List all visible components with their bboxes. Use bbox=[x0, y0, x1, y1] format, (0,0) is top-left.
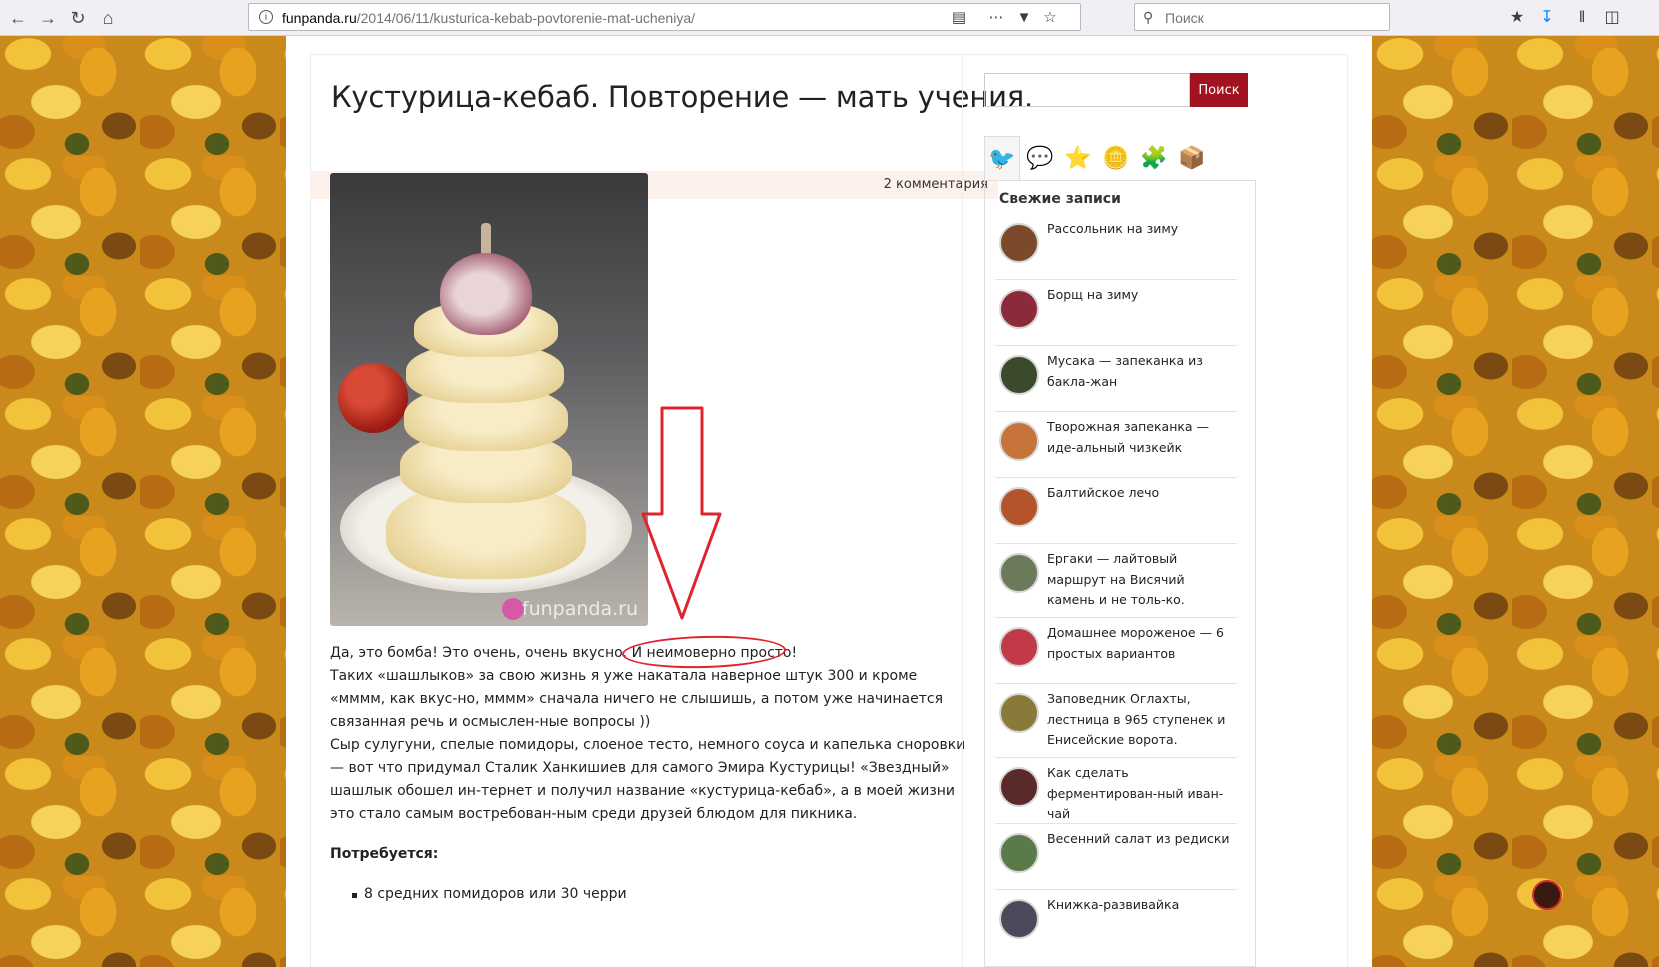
recent-post-item[interactable]: Как сделать ферментирован-ный иван-чай bbox=[995, 761, 1237, 824]
site-info-icon[interactable]: i bbox=[259, 10, 273, 24]
tab-archive-coins-icon[interactable]: 🪙 bbox=[1098, 136, 1134, 180]
address-bar[interactable]: i funpanda.ru/2014/06/11/kusturica-kebab… bbox=[248, 3, 1081, 31]
page-actions-icon[interactable]: ⋯ bbox=[986, 8, 1006, 28]
bookmark-star-icon[interactable]: ☆ bbox=[1040, 8, 1060, 28]
tab-recent-bird-icon[interactable]: 🐦 bbox=[984, 136, 1020, 181]
pocket-icon[interactable]: ▼ bbox=[1014, 8, 1034, 28]
sidebar-toggle-icon[interactable]: ◫ bbox=[1600, 6, 1624, 30]
recent-post-title[interactable]: Борщ на зиму bbox=[1047, 285, 1235, 306]
photo-garlic bbox=[440, 253, 532, 335]
back-icon[interactable]: ← bbox=[6, 6, 30, 30]
watermark-panda-icon bbox=[502, 598, 524, 620]
post-photo[interactable]: funpanda.ru bbox=[330, 173, 648, 626]
recent-post-item[interactable]: Весенний салат из редиски bbox=[995, 827, 1237, 890]
recent-post-title[interactable]: Домашнее мороженое — 6 простых вариантов bbox=[1047, 623, 1235, 664]
download-icon[interactable]: ↧ bbox=[1535, 6, 1559, 30]
recent-post-title[interactable]: Заповедник Оглахты, лестница в 965 ступе… bbox=[1047, 689, 1235, 751]
recent-post-item[interactable]: Заповедник Оглахты, лестница в 965 ступе… bbox=[995, 687, 1237, 758]
url-host: funpanda.ru bbox=[282, 10, 357, 26]
post-paragraph: Таких «шашлыков» за свою жизнь я уже нак… bbox=[330, 668, 943, 730]
recent-post-thumbnail[interactable] bbox=[999, 421, 1039, 461]
recent-post-thumbnail[interactable] bbox=[999, 767, 1039, 807]
browser-toolbar: ← → ↻ ⌂ i funpanda.ru/2014/06/11/kusturi… bbox=[0, 0, 1659, 36]
recent-post-title[interactable]: Как сделать ферментирован-ный иван-чай bbox=[1047, 763, 1235, 825]
comments-link[interactable]: 2 комментария bbox=[884, 177, 988, 192]
reader-view-icon[interactable]: ▤ bbox=[949, 8, 969, 28]
ingredients-heading: Потребуется: bbox=[330, 846, 439, 862]
widget-title: Свежие записи bbox=[999, 191, 1121, 207]
post-paragraph: Сыр сулугуни, спелые помидоры, слоеное т… bbox=[330, 737, 966, 822]
browser-search-box[interactable]: ⚲ bbox=[1134, 3, 1390, 31]
recent-post-thumbnail[interactable] bbox=[999, 487, 1039, 527]
recent-post-thumbnail[interactable] bbox=[999, 289, 1039, 329]
red-arrow-annotation bbox=[641, 406, 722, 620]
recent-post-item[interactable]: Книжка-развивайка bbox=[995, 893, 1237, 955]
ingredient-item: 8 средних помидоров или 30 черри bbox=[330, 886, 627, 902]
browser-search-input[interactable] bbox=[1163, 7, 1387, 29]
recent-post-thumbnail[interactable] bbox=[999, 223, 1039, 263]
page-content: Кустурица-кебаб. Повторение — мать учени… bbox=[286, 36, 1372, 967]
corner-logo-badge[interactable] bbox=[1532, 880, 1562, 910]
tab-popular-star-icon[interactable]: ⭐ bbox=[1060, 136, 1096, 180]
post-body: Да, это бомба! Это очень, очень вкусно. … bbox=[330, 633, 970, 826]
recent-post-item[interactable]: Балтийское лечо bbox=[995, 481, 1237, 544]
recent-post-item[interactable]: Домашнее мороженое — 6 простых вариантов bbox=[995, 621, 1237, 684]
post-title[interactable]: Кустурица-кебаб. Повторение — мать учени… bbox=[331, 80, 1033, 114]
tab-tags-box-icon[interactable]: 📦 bbox=[1174, 136, 1210, 180]
recent-post-thumbnail[interactable] bbox=[999, 899, 1039, 939]
recent-post-thumbnail[interactable] bbox=[999, 553, 1039, 593]
sidebar-search-input[interactable] bbox=[984, 73, 1190, 107]
recent-post-thumbnail[interactable] bbox=[999, 355, 1039, 395]
recent-post-item[interactable]: Творожная запеканка — иде-альный чизкейк bbox=[995, 415, 1237, 478]
autumn-leaves-background-left bbox=[0, 36, 286, 967]
url-path: /2014/06/11/kusturica-kebab-povtorenie-m… bbox=[356, 10, 696, 26]
tab-categories-puzzle-icon[interactable]: 🧩 bbox=[1136, 136, 1172, 180]
ingredients-list: 8 средних помидоров или 30 черри bbox=[330, 886, 627, 902]
recent-post-title[interactable]: Книжка-развивайка bbox=[1047, 895, 1235, 916]
intro-text: Да, это бомба! Это очень, очень вкусно. bbox=[330, 645, 628, 661]
photo-watermark: funpanda.ru bbox=[521, 598, 638, 620]
highlighted-phrase: И неимоверно просто! bbox=[621, 633, 797, 671]
recent-post-thumbnail[interactable] bbox=[999, 627, 1039, 667]
recent-posts-widget: Свежие записи Рассольник на зиму Борщ на… bbox=[984, 180, 1256, 967]
search-icon: ⚲ bbox=[1143, 9, 1154, 25]
autumn-leaves-background-right bbox=[1372, 36, 1659, 967]
url-text[interactable]: funpanda.ru/2014/06/11/kusturica-kebab-p… bbox=[282, 10, 695, 26]
recent-post-title[interactable]: Творожная запеканка — иде-альный чизкейк bbox=[1047, 417, 1235, 458]
recent-post-title[interactable]: Весенний салат из редиски bbox=[1047, 829, 1235, 850]
post-intro: Да, это бомба! Это очень, очень вкусно. … bbox=[330, 633, 970, 671]
recent-post-title[interactable]: Мусака — запеканка из бакла-жан bbox=[1047, 351, 1235, 392]
recent-post-title[interactable]: Балтийское лечо bbox=[1047, 483, 1235, 504]
recent-post-item[interactable]: Ергаки — лайтовый маршрут на Висячий кам… bbox=[995, 547, 1237, 618]
photo-tomato bbox=[338, 363, 408, 433]
recent-post-title[interactable]: Рассольник на зиму bbox=[1047, 219, 1235, 240]
tab-comments-speech-bubble-icon[interactable]: 💬 bbox=[1022, 136, 1058, 180]
recent-post-item[interactable]: Мусака — запеканка из бакла-жан bbox=[995, 349, 1237, 412]
recent-post-title[interactable]: Ергаки — лайтовый маршрут на Висячий кам… bbox=[1047, 549, 1235, 611]
sidebar-search-button[interactable]: Поиск bbox=[1190, 73, 1248, 107]
home-icon[interactable]: ⌂ bbox=[96, 6, 120, 30]
recent-post-thumbnail[interactable] bbox=[999, 833, 1039, 873]
recent-post-item[interactable]: Рассольник на зиму bbox=[995, 217, 1237, 280]
library-icon[interactable]: ‖ bbox=[1570, 6, 1594, 30]
recent-post-item[interactable]: Борщ на зиму bbox=[995, 283, 1237, 346]
sidebar-divider bbox=[962, 54, 963, 967]
forward-icon[interactable]: → bbox=[36, 6, 60, 30]
reload-icon[interactable]: ↻ bbox=[66, 6, 90, 30]
recent-post-thumbnail[interactable] bbox=[999, 693, 1039, 733]
bookmark-add-icon[interactable]: ★ bbox=[1505, 6, 1529, 30]
